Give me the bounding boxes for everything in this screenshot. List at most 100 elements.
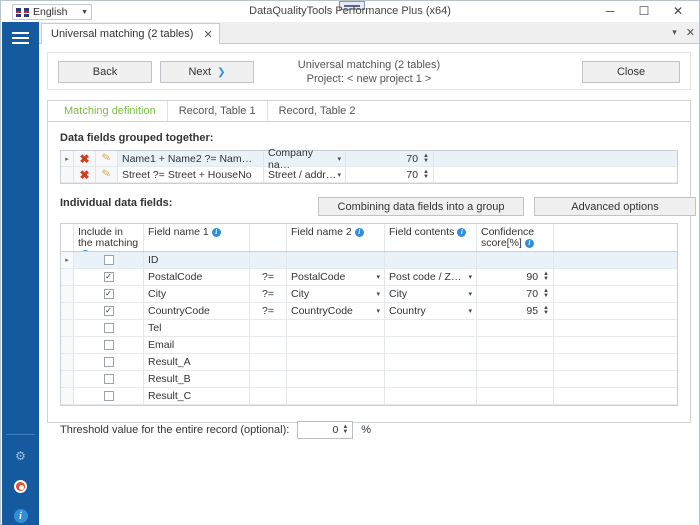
field-contents-select[interactable]: Post code / Z…▾: [385, 269, 477, 285]
confidence-score-stepper[interactable]: 70▲▼: [477, 286, 554, 302]
include-checkbox[interactable]: [104, 357, 114, 367]
chevron-down-icon[interactable]: ▾: [672, 27, 677, 38]
spinner-icon[interactable]: ▲▼: [423, 170, 429, 180]
confidence-score-stepper[interactable]: [477, 371, 554, 387]
column-header-field-contents[interactable]: Field contentsi: [385, 224, 477, 251]
field-name-2-select[interactable]: City▾: [287, 286, 385, 302]
include-checkbox-cell[interactable]: ✓: [74, 269, 144, 285]
sidebar-item-info[interactable]: i: [2, 502, 39, 525]
include-checkbox[interactable]: ✓: [104, 272, 114, 282]
include-checkbox-cell[interactable]: ✓: [74, 286, 144, 302]
window-restore-handle[interactable]: [339, 1, 365, 10]
next-button[interactable]: Next ❯: [160, 61, 254, 83]
info-icon[interactable]: i: [457, 228, 466, 237]
include-checkbox-cell[interactable]: [74, 371, 144, 387]
field-contents-select[interactable]: [385, 388, 477, 404]
include-checkbox-cell[interactable]: [74, 388, 144, 404]
include-checkbox[interactable]: [104, 391, 114, 401]
document-tab[interactable]: Universal matching (2 tables) ✕: [41, 23, 220, 44]
close-window-button[interactable]: ✕: [661, 1, 695, 21]
threshold-input[interactable]: 0 ▲▼: [297, 421, 353, 439]
info-icon[interactable]: i: [355, 228, 364, 237]
field-name-2-select[interactable]: CountryCode▾: [287, 303, 385, 319]
spinner-icon[interactable]: ▲▼: [342, 425, 348, 435]
field-contents-select[interactable]: Country▾: [385, 303, 477, 319]
minimize-button[interactable]: ─: [593, 1, 627, 21]
field-name-2-select[interactable]: [287, 337, 385, 353]
field-name-2-select[interactable]: [287, 320, 385, 336]
field-contents-select[interactable]: [385, 320, 477, 336]
field-name-2-select[interactable]: [287, 252, 385, 268]
table-row[interactable]: ✓PostalCode?=PostalCode▾Post code / Z…▾9…: [61, 269, 677, 286]
delete-group-button[interactable]: ✖: [74, 167, 96, 182]
column-header-field-name-2[interactable]: Field name 2i: [287, 224, 385, 251]
column-header-include[interactable]: Include in the matchingi: [74, 224, 144, 251]
group-content-select[interactable]: Company na… ▾: [264, 151, 346, 166]
table-row[interactable]: ✓City?=City▾City▾70▲▼: [61, 286, 677, 303]
confidence-score-stepper[interactable]: [477, 354, 554, 370]
field-contents-select[interactable]: [385, 252, 477, 268]
confidence-score-stepper[interactable]: [477, 252, 554, 268]
field-contents-select[interactable]: City▾: [385, 286, 477, 302]
table-row[interactable]: ✖ ✎ Street ?= Street + HouseNo Street / …: [61, 167, 677, 183]
advanced-options-button[interactable]: Advanced options: [534, 197, 696, 216]
include-checkbox[interactable]: [104, 340, 114, 350]
language-selector[interactable]: English ▼: [12, 4, 92, 20]
table-row[interactable]: Email: [61, 337, 677, 354]
edit-group-button[interactable]: ✎: [96, 167, 118, 182]
column-header-field-name-1[interactable]: Field name 1i: [144, 224, 250, 251]
tab-record-table-2[interactable]: Record, Table 2: [268, 101, 367, 121]
info-icon[interactable]: i: [212, 228, 221, 237]
spinner-icon[interactable]: ▲▼: [543, 289, 549, 299]
field-contents-select[interactable]: [385, 371, 477, 387]
field-contents-select[interactable]: [385, 337, 477, 353]
confidence-score-stepper[interactable]: [477, 320, 554, 336]
include-checkbox-cell[interactable]: [74, 252, 144, 268]
confidence-score-stepper[interactable]: [477, 337, 554, 353]
include-checkbox[interactable]: ✓: [104, 289, 114, 299]
field-name-2-select[interactable]: [287, 371, 385, 387]
confidence-score-stepper[interactable]: 90▲▼: [477, 269, 554, 285]
table-row[interactable]: Result_C: [61, 388, 677, 405]
include-checkbox[interactable]: [104, 374, 114, 384]
sidebar-item-support[interactable]: [2, 472, 39, 500]
close-icon[interactable]: ✕: [203, 28, 212, 41]
delete-group-button[interactable]: ✖: [74, 151, 96, 166]
include-checkbox-cell[interactable]: [74, 354, 144, 370]
maximize-button[interactable]: ☐: [627, 1, 661, 21]
field-name-2-select[interactable]: [287, 354, 385, 370]
table-row[interactable]: Result_B: [61, 371, 677, 388]
spinner-icon[interactable]: ▲▼: [423, 154, 429, 164]
edit-group-button[interactable]: ✎: [96, 151, 118, 166]
tab-record-table-1[interactable]: Record, Table 1: [168, 101, 268, 121]
spinner-icon[interactable]: ▲▼: [543, 306, 549, 316]
group-content-select[interactable]: Street / addr… ▾: [264, 167, 346, 182]
close-button[interactable]: Close: [582, 61, 680, 83]
include-checkbox-cell[interactable]: [74, 320, 144, 336]
field-contents-select[interactable]: [385, 354, 477, 370]
spinner-icon[interactable]: ▲▼: [543, 272, 549, 282]
include-checkbox[interactable]: [104, 255, 114, 265]
confidence-score-stepper[interactable]: [477, 388, 554, 404]
include-checkbox[interactable]: ✓: [104, 306, 114, 316]
close-icon[interactable]: ✕: [686, 26, 695, 39]
combine-fields-button[interactable]: Combining data fields into a group: [318, 197, 524, 216]
field-name-2-select[interactable]: PostalCode▾: [287, 269, 385, 285]
table-row[interactable]: Result_A: [61, 354, 677, 371]
table-row[interactable]: ✓CountryCode?=CountryCode▾Country▾95▲▼: [61, 303, 677, 320]
sidebar-item-settings[interactable]: ⚙: [2, 442, 39, 470]
table-row[interactable]: ▸ID: [61, 252, 677, 269]
table-row[interactable]: ▸ ✖ ✎ Name1 + Name2 ?= Nam… Company na… …: [61, 151, 677, 167]
info-icon[interactable]: i: [81, 250, 90, 251]
group-score-stepper[interactable]: 70 ▲▼: [346, 167, 434, 182]
group-score-stepper[interactable]: 70 ▲▼: [346, 151, 434, 166]
back-button[interactable]: Back: [58, 61, 152, 83]
include-checkbox-cell[interactable]: [74, 337, 144, 353]
include-checkbox[interactable]: [104, 323, 114, 333]
tab-matching-definition[interactable]: Matching definition: [53, 101, 168, 121]
column-header-confidence-score[interactable]: Confidence score[%]i: [477, 224, 554, 251]
hamburger-menu-icon[interactable]: [2, 22, 39, 54]
table-row[interactable]: Tel: [61, 320, 677, 337]
include-checkbox-cell[interactable]: ✓: [74, 303, 144, 319]
field-name-2-select[interactable]: [287, 388, 385, 404]
